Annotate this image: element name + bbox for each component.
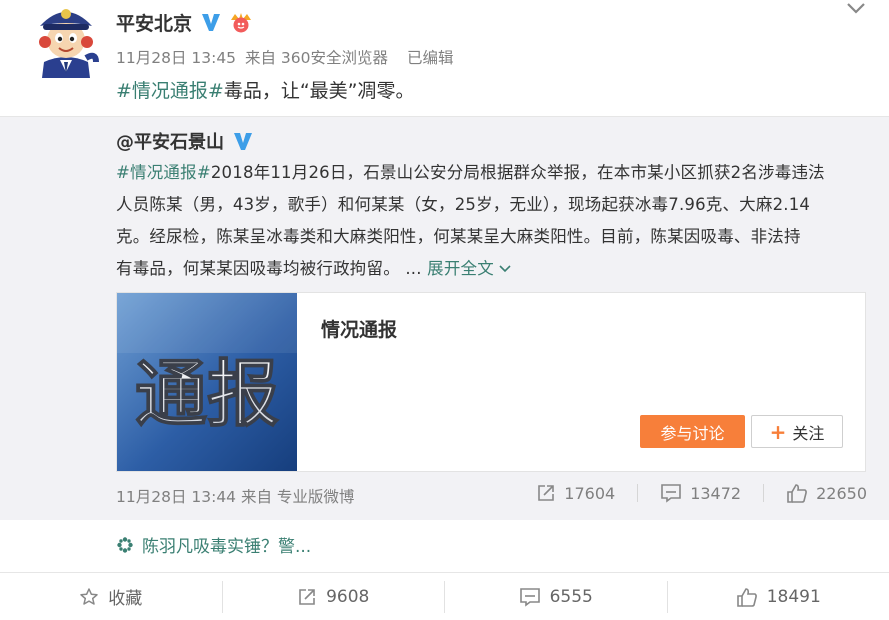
orig-stats: 17604 13472 22650 xyxy=(536,483,867,503)
post-meta: 11月28日 13:45 来自 360安全浏览器 已编辑 xyxy=(116,46,457,68)
orig-like-button[interactable]: 22650 xyxy=(786,483,867,503)
verified-icon xyxy=(202,14,221,31)
orig-text-line: 有毒品，何某某因吸毒均被行政拘留。 ... 展开全文 xyxy=(116,253,866,285)
author-row: 平安北京 xyxy=(116,8,254,36)
orig-date[interactable]: 11月28日 13:44 xyxy=(116,488,236,506)
join-discussion-button[interactable]: 参与讨论 xyxy=(640,415,745,448)
comment-button[interactable]: 6555 xyxy=(445,573,667,620)
plus-icon: + xyxy=(769,419,787,444)
favorite-button[interactable]: 收藏 xyxy=(0,573,222,620)
divider xyxy=(637,484,639,502)
author-avatar[interactable] xyxy=(30,0,102,78)
chevron-down-icon[interactable] xyxy=(845,0,867,16)
divider xyxy=(763,484,765,502)
comment-count: 6555 xyxy=(549,586,593,607)
orig-hashtag[interactable]: #情况通报# xyxy=(116,163,211,182)
expand-full-text-link[interactable]: 展开全文 xyxy=(427,259,511,278)
notice-thumbnail-image: 通报 xyxy=(117,293,297,471)
topic-icon xyxy=(117,536,133,553)
edited-label[interactable]: 已编辑 xyxy=(407,49,454,67)
repost-icon xyxy=(538,485,555,501)
orig-source: 来自 专业版微博 xyxy=(240,488,355,506)
topic-card[interactable]: 通报 情况通报 参与讨论 + 关注 xyxy=(116,292,866,472)
repost-button[interactable]: 9608 xyxy=(223,573,445,620)
post-source: 来自 360安全浏览器 xyxy=(244,49,388,67)
related-topic-link[interactable]: 陈羽凡吸毒实锤？警... xyxy=(116,532,311,557)
orig-meta: 11月28日 13:44 来自 专业版微博 xyxy=(116,485,354,507)
post-body: 毒品，让“最美”凋零。 xyxy=(223,80,415,102)
verified-icon xyxy=(234,133,252,150)
action-bar: 收藏 9608 6555 18491 xyxy=(0,572,889,620)
orig-text-line: #情况通报#2018年11月26日，石景山公安分局根据群众举报，在本市某小区抓获… xyxy=(116,163,825,182)
crown-badge-icon[interactable] xyxy=(228,10,254,34)
orig-like-count: 22650 xyxy=(816,483,867,503)
favorite-label: 收藏 xyxy=(108,589,143,609)
like-icon xyxy=(736,587,757,607)
post-date[interactable]: 11月28日 13:45 xyxy=(116,49,236,67)
reposted-weibo: @平安石景山 #情况通报#2018年11月26日，石景山公安分局根据群众举报，在… xyxy=(0,116,889,520)
comment-icon xyxy=(519,587,540,607)
orig-text-line: 克。经尿检，陈某呈冰毒类和大麻类阳性，何某某呈大麻类阳性。目前，陈某因吸毒、非法… xyxy=(116,227,801,246)
follow-button[interactable]: + 关注 xyxy=(751,415,843,448)
orig-text: #情况通报#2018年11月26日，石景山公安分局根据群众举报，在本市某小区抓获… xyxy=(116,157,866,285)
topic-card-title[interactable]: 情况通报 xyxy=(321,315,397,342)
orig-text-line: 人员陈某（男，43岁，歌手）和何某某（女，25岁，无业），现场起获冰毒7.96克… xyxy=(116,195,811,214)
orig-repost-count: 17604 xyxy=(564,483,616,503)
like-button[interactable]: 18491 xyxy=(668,573,889,620)
topic-thumbnail[interactable]: 通报 xyxy=(117,293,297,471)
post-hashtag[interactable]: #情况通报# xyxy=(116,80,224,102)
thumbnail-text: 通报 xyxy=(135,352,279,436)
like-count: 18491 xyxy=(766,586,821,607)
like-icon xyxy=(787,484,808,503)
orig-comment-button[interactable]: 13472 xyxy=(660,483,741,503)
follow-label: 关注 xyxy=(792,423,825,443)
police-avatar-icon xyxy=(39,9,99,78)
post-text: #情况通报#毒品，让“最美”凋零。 xyxy=(116,76,415,103)
chevron-down-icon xyxy=(499,265,511,273)
weibo-post-card: 平安北京 11月28日 13:45 来自 360安全浏览器 已编辑 #情况通报#… xyxy=(0,0,889,620)
repost-count: 9608 xyxy=(326,586,370,607)
orig-author-name[interactable]: @平安石景山 xyxy=(116,128,224,154)
repost-icon xyxy=(299,588,315,605)
orig-repost-button[interactable]: 17604 xyxy=(536,483,615,503)
related-topic-text: 陈羽凡吸毒实锤？警... xyxy=(142,537,312,557)
author-name[interactable]: 平安北京 xyxy=(116,9,192,36)
comment-icon xyxy=(661,484,681,503)
orig-author-row: @平安石景山 xyxy=(116,129,254,153)
orig-comment-count: 13472 xyxy=(690,483,742,503)
star-icon xyxy=(80,587,98,605)
